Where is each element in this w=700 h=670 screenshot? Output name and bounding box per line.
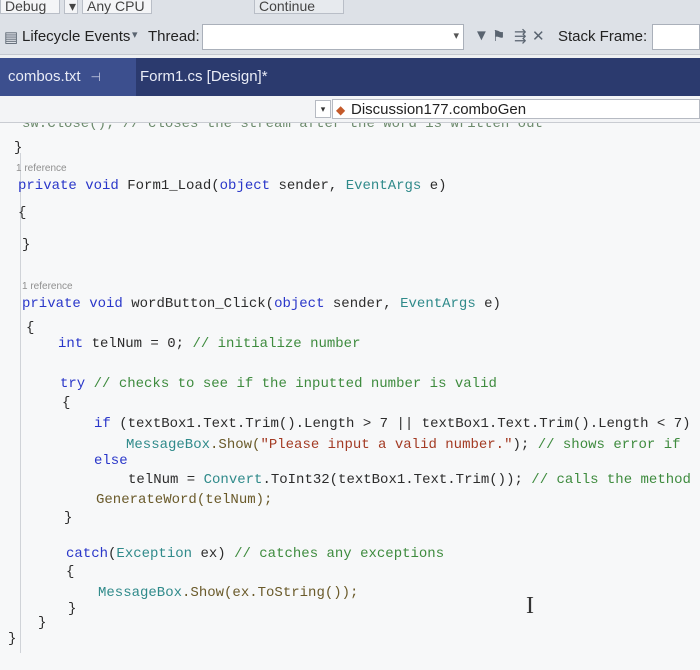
stack-frame-dropdown[interactable] [652, 24, 700, 50]
code-brace: { [62, 395, 71, 411]
thread-chevron-down-icon: ▾ [453, 30, 459, 42]
code-brace: } [14, 140, 23, 156]
thread-label: Thread: [148, 28, 200, 45]
code-line-wordbutton-click: private void wordButton_Click(object sen… [22, 296, 501, 312]
platform-label: Any CPU [87, 0, 145, 14]
text-cursor-icon: I [526, 593, 534, 619]
indent-guide [20, 153, 21, 653]
navigation-bar: ▾ ◆ Discussion177.comboGen [0, 96, 700, 123]
code-brace: } [8, 631, 17, 647]
code-line-if: if (textBox1.Text.Trim().Length > 7 || t… [94, 416, 691, 432]
code-brace: } [64, 510, 73, 526]
code-brace: } [68, 601, 77, 617]
thread-dropdown[interactable]: ▾ [202, 24, 464, 50]
method-name: Form1_Load( [127, 178, 220, 194]
platform-dropdown[interactable]: Any CPU [82, 0, 152, 14]
toolbar-row-debug: ▤ Lifecycle Events ▾ Thread: ▾ ▼ ⚑ ⇶ ✕ S… [0, 22, 700, 50]
code-line-int-declaration: int telNum = 0; // initialize number [58, 336, 360, 352]
type-eventargs: EventArgs [345, 178, 422, 194]
method-call: .Show( [210, 437, 261, 453]
assignment: telNum = [128, 472, 196, 488]
keyword-void: void [85, 178, 119, 194]
tab-label: combos.txt [8, 68, 81, 85]
code-line-form1-load: private void Form1_Load(object sender, E… [18, 178, 447, 194]
tab-form1-design[interactable]: Form1.cs [Design]* [132, 58, 308, 96]
reference-codelens[interactable]: 1 reference [22, 281, 73, 292]
convert-call: .ToInt32(textBox1.Text.Trim()); [262, 472, 523, 488]
code-line-convert: telNum = Convert.ToInt32(textBox1.Text.T… [128, 472, 691, 488]
comment: // checks to see if the inputted number … [93, 376, 497, 392]
comment: // shows error if [537, 437, 681, 453]
keyword-object: object [219, 178, 271, 194]
param-sender: sender, [332, 296, 392, 312]
lifecycle-chevron-down-icon[interactable]: ▾ [132, 28, 138, 41]
type-exception: Exception [116, 546, 193, 562]
keyword-object: object [274, 296, 325, 312]
stack-frame-label: Stack Frame: [558, 28, 648, 45]
toolbar: Debug ▾ Any CPU Continue ▤ Lifecycle Eve… [0, 0, 700, 55]
code-line-else: else [94, 453, 128, 469]
member-dropdown[interactable]: ◆ Discussion177.comboGen [332, 99, 700, 119]
class-convert: Convert [203, 472, 263, 488]
code-brace: } [38, 615, 47, 631]
code-line-catch: catch(Exception ex) // catches any excep… [66, 546, 444, 562]
code-brace: { [18, 205, 27, 221]
keyword-catch: catch [66, 546, 109, 562]
debug-config-dropdown[interactable]: Debug [0, 0, 60, 14]
param-sender: sender, [278, 178, 338, 194]
reference-codelens[interactable]: 1 reference [16, 163, 67, 174]
filter-flag-icon[interactable]: ⚑ [492, 27, 505, 45]
call-end: ); [512, 437, 530, 453]
keyword-else: else [94, 453, 128, 469]
param-e: e) [429, 178, 447, 194]
code-editor[interactable]: sw.Close(); // closes the stream after t… [0, 123, 700, 670]
lifecycle-events-icon: ▤ [4, 29, 19, 46]
comment: // initialize number [192, 336, 361, 352]
debug-config-chevron-icon[interactable]: ▾ [64, 0, 78, 14]
code-line-messagebox-show: MessageBox.Show("Please input a valid nu… [126, 437, 681, 453]
class-messagebox: MessageBox [126, 437, 211, 453]
code-line-top-comment: sw.Close(); // closes the stream after t… [22, 123, 543, 132]
tab-label: Form1.cs [Design]* [140, 68, 268, 85]
keyword-void: void [89, 296, 123, 312]
type-dropdown-chevron-icon[interactable]: ▾ [315, 100, 331, 118]
flag-threads-icon[interactable]: ⇶ [514, 27, 527, 45]
class-messagebox: MessageBox [98, 585, 183, 601]
if-condition: (textBox1.Text.Trim().Length > 7 || text… [119, 416, 691, 432]
method-name: wordButton_Click( [131, 296, 275, 312]
member-dropdown-value: Discussion177.comboGen [351, 101, 527, 118]
catch-var: ex) [200, 546, 226, 562]
continue-label: Continue [259, 0, 316, 14]
code-brace: { [26, 320, 35, 336]
member-method-icon: ◆ [336, 103, 346, 117]
keyword-if: if [94, 416, 111, 432]
int-statement: telNum = 0; [91, 336, 185, 352]
keyword-private: private [22, 296, 81, 312]
tab-combos-txt[interactable]: combos.txt ⊣ [0, 58, 136, 96]
code-line-catch-messagebox: MessageBox.Show(ex.ToString()); [98, 585, 358, 601]
pin-icon[interactable]: ⊣ [91, 70, 101, 84]
code-line-try: try // checks to see if the inputted num… [60, 376, 497, 392]
comment: // calls the method [531, 472, 691, 488]
debug-label: Debug [5, 0, 47, 14]
method-call: .Show(ex.ToString()); [182, 585, 359, 601]
stack-frame-icon: ✕ [532, 28, 545, 45]
toolbar-row-top: Debug ▾ Any CPU Continue [0, 0, 700, 18]
keyword-try: try [60, 376, 86, 392]
param-e: e) [484, 296, 501, 312]
comment: // catches any exceptions [234, 546, 445, 562]
keyword-private: private [18, 178, 77, 194]
code-brace: { [66, 564, 75, 580]
document-tab-bar: combos.txt ⊣ Form1.cs [Design]* [0, 58, 700, 96]
code-line-generateword: GenerateWord(telNum); [96, 492, 273, 508]
code-brace: } [22, 237, 31, 253]
string-literal: "Please input a valid number." [260, 437, 513, 453]
keyword-int: int [58, 336, 84, 352]
continue-button[interactable]: Continue [254, 0, 344, 14]
type-eventargs: EventArgs [400, 296, 476, 312]
filter-icon[interactable]: ▼ [474, 27, 489, 44]
lifecycle-events-menu[interactable]: Lifecycle Events [22, 28, 130, 45]
